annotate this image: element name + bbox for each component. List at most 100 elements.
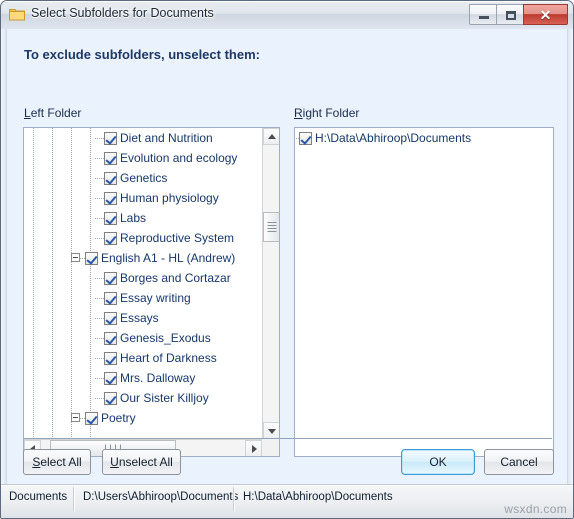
tree-item-checkbox[interactable]: [104, 271, 117, 285]
minimize-button[interactable]: [469, 4, 497, 25]
status-divider-1: [73, 487, 75, 511]
tree-item[interactable]: Evolution and ecology: [24, 148, 262, 168]
cancel-button[interactable]: Cancel: [484, 449, 554, 475]
tree-item[interactable]: Diet and Nutrition: [24, 128, 262, 148]
title-bar: Select Subfolders for Documents ✕: [1, 1, 573, 30]
button-bar-separator: [24, 438, 552, 439]
left-tree-vertical-scrollbar[interactable]: [262, 128, 279, 439]
scrollbar-corner: [262, 439, 279, 456]
watermark: wsxdn.com: [504, 502, 567, 516]
tree-item-label: H:\Data\Abhiroop\Documents: [315, 131, 472, 145]
tree-item-label: Essay writing: [120, 291, 191, 305]
ok-button-label: OK: [429, 455, 447, 469]
close-button[interactable]: ✕: [523, 4, 568, 25]
tree-item-checkbox[interactable]: [104, 371, 117, 385]
tree-item-checkbox[interactable]: [104, 211, 117, 225]
ok-button[interactable]: OK: [401, 449, 475, 475]
tree-item[interactable]: Labs: [24, 208, 262, 228]
tree-connector-line: [95, 138, 104, 139]
tree-item[interactable]: Essays: [24, 308, 262, 328]
tree-item-checkbox[interactable]: [104, 231, 117, 245]
tree-item-checkbox[interactable]: [104, 131, 117, 145]
tree-item[interactable]: English A1 - HL (Andrew): [24, 248, 262, 268]
tree-item-label: Borges and Cortazar: [120, 271, 231, 285]
tree-item-label: Labs: [120, 211, 147, 225]
thumb-grip-icon: [267, 220, 276, 234]
tree-item-label: English A1 - HL (Andrew): [101, 251, 236, 265]
tree-item[interactable]: Genetics: [24, 168, 262, 188]
status-cell-right-path: H:\Data\Abhiroop\Documents: [243, 491, 393, 503]
tree-item-checkbox[interactable]: [104, 151, 117, 165]
close-icon: ✕: [539, 7, 552, 23]
tree-item[interactable]: Human physiology: [24, 188, 262, 208]
tree-item[interactable]: H:\Data\Abhiroop\Documents: [295, 128, 553, 148]
tree-item-checkbox[interactable]: [85, 251, 98, 265]
tree-item[interactable]: Our Sister Killjoy: [24, 388, 262, 408]
select-all-label: elect All: [40, 455, 82, 469]
tree-item-label: Genetics: [120, 171, 168, 185]
status-bar: Documents D:\Users\Abhiroop\Documents H:…: [1, 484, 573, 518]
tree-item-label: Human physiology: [120, 191, 219, 205]
tree-item-label: Essays: [120, 311, 159, 325]
window-controls: ✕: [469, 4, 568, 25]
status-cell-left-path: D:\Users\Abhiroop\Documents: [83, 491, 239, 503]
tree-item-checkbox[interactable]: [104, 291, 117, 305]
arrow-up-icon: [267, 133, 276, 139]
tree-connector-line: [95, 298, 104, 299]
scroll-down-button[interactable]: [263, 422, 279, 439]
select-all-button[interactable]: Select All: [23, 449, 91, 475]
tree-connector-line: [95, 178, 104, 179]
dialog-client-area: To exclude subfolders, unselect them: Le…: [1, 29, 573, 485]
tree-item[interactable]: Mrs. Dalloway: [24, 368, 262, 388]
scroll-right-button[interactable]: [245, 440, 262, 456]
tree-item[interactable]: Poetry: [24, 408, 262, 428]
status-divider-2: [233, 487, 235, 511]
tree-connector-line: [95, 218, 104, 219]
unselect-all-accelerator: U: [110, 455, 119, 469]
right-folder-label: Right Folder: [294, 106, 359, 120]
tree-item-checkbox[interactable]: [104, 191, 117, 205]
scroll-up-button[interactable]: [263, 128, 279, 145]
right-folder-tree[interactable]: H:\Data\Abhiroop\Documents: [295, 128, 553, 456]
tree-item-checkbox[interactable]: [104, 331, 117, 345]
select-all-accelerator: S: [32, 455, 41, 469]
tree-connector-line: [95, 358, 104, 359]
arrow-right-icon: [251, 444, 257, 453]
tree-connector-line: [95, 338, 104, 339]
tree-item[interactable]: Essay writing: [24, 288, 262, 308]
tree-item-label: Mrs. Dalloway: [120, 371, 196, 385]
tree-item-checkbox[interactable]: [104, 171, 117, 185]
page-title: To exclude subfolders, unselect them:: [24, 47, 260, 62]
tree-item-label: Diet and Nutrition: [120, 131, 213, 145]
tree-item-label: Our Sister Killjoy: [120, 391, 209, 405]
tree-item[interactable]: Genesis_Exodus: [24, 328, 262, 348]
tree-collapse-icon[interactable]: [71, 413, 80, 422]
tree-item[interactable]: Reproductive System: [24, 228, 262, 248]
tree-connector-line: [95, 318, 104, 319]
vertical-scroll-thumb[interactable]: [263, 212, 279, 242]
window-title: Select Subfolders for Documents: [31, 6, 214, 20]
tree-collapse-icon[interactable]: [71, 253, 80, 262]
maximize-button[interactable]: [496, 4, 524, 25]
left-folder-tree-panel[interactable]: Diet and Nutrition Evolution and ecology G…: [23, 127, 280, 457]
tree-item-label: Genesis_Exodus: [120, 331, 211, 345]
tree-item-checkbox[interactable]: [85, 411, 98, 425]
left-folder-tree[interactable]: Diet and Nutrition Evolution and ecology G…: [24, 128, 262, 439]
unselect-all-button[interactable]: Unselect All: [102, 449, 181, 475]
tree-item-checkbox[interactable]: [104, 391, 117, 405]
right-folder-accelerator: R: [294, 106, 303, 120]
tree-connector-line: [95, 378, 104, 379]
folder-icon: [9, 9, 25, 21]
status-cell-name: Documents: [9, 491, 68, 503]
tree-item[interactable]: Heart of Darkness: [24, 348, 262, 368]
right-folder-tree-panel[interactable]: H:\Data\Abhiroop\Documents: [294, 127, 554, 457]
right-folder-label-text: ight Folder: [302, 106, 360, 120]
minimize-icon: [479, 16, 489, 19]
left-folder-accelerator: L: [24, 106, 31, 120]
tree-item-checkbox[interactable]: [104, 351, 117, 365]
tree-item-checkbox[interactable]: [104, 311, 117, 325]
left-folder-label: Left Folder: [24, 106, 81, 120]
tree-item[interactable]: Borges and Cortazar: [24, 268, 262, 288]
tree-item-checkbox[interactable]: [299, 131, 312, 145]
tree-connector-line: [95, 198, 104, 199]
